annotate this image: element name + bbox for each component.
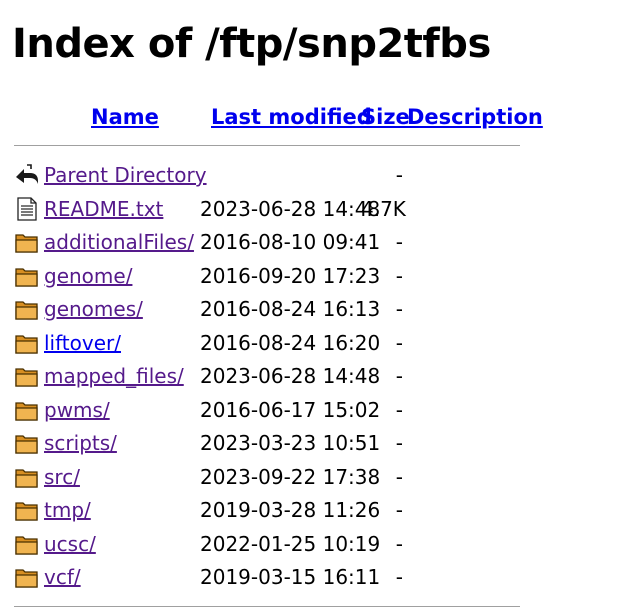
file-link[interactable]: scripts/ — [44, 430, 117, 456]
table-row: ucsc/2022-01-25 10:19- — [0, 529, 625, 562]
table-row: additionalFiles/2016-08-10 09:41- — [0, 227, 625, 260]
file-link[interactable]: mapped_files/ — [44, 363, 184, 389]
column-header-last-modified[interactable]: Last modified — [211, 103, 372, 131]
last-modified-cell: 2022-01-25 10:19 — [200, 531, 381, 556]
last-modified-cell: 2023-06-28 14:48 — [200, 364, 381, 388]
size-cell: 4.7K — [361, 196, 406, 221]
file-link[interactable]: pwms/ — [44, 397, 110, 423]
size-cell: - — [395, 163, 403, 187]
table-row: src/2023-09-22 17:38- — [0, 462, 625, 495]
table-row: tmp/2019-03-28 11:26- — [0, 495, 625, 528]
bottom-divider — [14, 606, 520, 607]
size-cell: - — [395, 397, 403, 422]
top-divider — [14, 145, 520, 146]
size-cell: - — [395, 565, 403, 589]
file-link[interactable]: liftover/ — [44, 330, 121, 356]
folder-icon — [14, 296, 40, 322]
file-link[interactable]: README.txt — [44, 196, 163, 222]
folder-icon — [14, 229, 40, 255]
parent-directory-link[interactable]: Parent Directory — [44, 162, 207, 188]
table-row: genome/2016-09-20 17:23- — [0, 261, 625, 294]
size-cell: - — [395, 297, 403, 321]
file-link[interactable]: ucsc/ — [44, 531, 96, 557]
file-link[interactable]: additionalFiles/ — [44, 229, 194, 255]
size-cell: - — [395, 230, 403, 254]
parent-directory-row: Parent Directory - — [0, 160, 625, 193]
file-link[interactable]: vcf/ — [44, 564, 81, 590]
last-modified-cell: 2016-08-24 16:13 — [200, 297, 381, 321]
folder-icon — [14, 564, 40, 590]
last-modified-cell: 2016-08-24 16:20 — [200, 330, 381, 355]
size-cell: - — [395, 498, 403, 522]
last-modified-cell: 2019-03-15 16:11 — [200, 565, 381, 589]
size-cell: - — [395, 431, 403, 455]
column-header-description[interactable]: Description — [407, 103, 543, 131]
last-modified-cell: 2023-09-22 17:38 — [200, 464, 381, 489]
size-cell: - — [395, 330, 403, 355]
file-link[interactable]: tmp/ — [44, 497, 91, 523]
text-file-icon — [14, 196, 40, 222]
file-link[interactable]: src/ — [44, 464, 80, 490]
table-row: README.txt 2023-06-28 14:48 4.7K — [0, 194, 625, 227]
file-link[interactable]: genome/ — [44, 263, 132, 289]
back-arrow-icon — [14, 162, 40, 188]
last-modified-cell: 2016-08-10 09:41 — [200, 230, 381, 254]
table-row: vcf/2019-03-15 16:11- — [0, 562, 625, 595]
folder-icon — [14, 363, 40, 389]
folder-icon — [14, 330, 40, 356]
folder-icon — [14, 430, 40, 456]
last-modified-cell: 2016-06-17 15:02 — [200, 397, 381, 422]
column-header-size[interactable]: Size — [361, 103, 410, 131]
page-title: Index of /ftp/snp2tfbs — [12, 21, 491, 67]
table-row: pwms/2016-06-17 15:02- — [0, 395, 625, 428]
table-row: genomes/2016-08-24 16:13- — [0, 294, 625, 327]
column-header-name[interactable]: Name — [91, 103, 159, 131]
folder-icon — [14, 464, 40, 490]
size-cell: - — [395, 263, 403, 288]
size-cell: - — [395, 464, 403, 489]
last-modified-cell: 2023-06-28 14:48 — [200, 196, 381, 221]
table-row: liftover/2016-08-24 16:20- — [0, 328, 625, 361]
last-modified-cell: 2016-09-20 17:23 — [200, 263, 381, 288]
table-row: scripts/2023-03-23 10:51- — [0, 428, 625, 461]
file-link[interactable]: genomes/ — [44, 296, 143, 322]
folder-icon — [14, 531, 40, 557]
folder-icon — [14, 263, 40, 289]
folder-icon — [14, 397, 40, 423]
size-cell: - — [395, 531, 403, 556]
folder-icon — [14, 497, 40, 523]
last-modified-cell: 2023-03-23 10:51 — [200, 431, 381, 455]
size-cell: - — [395, 364, 403, 388]
last-modified-cell: 2019-03-28 11:26 — [200, 498, 381, 522]
table-row: mapped_files/2023-06-28 14:48- — [0, 361, 625, 394]
